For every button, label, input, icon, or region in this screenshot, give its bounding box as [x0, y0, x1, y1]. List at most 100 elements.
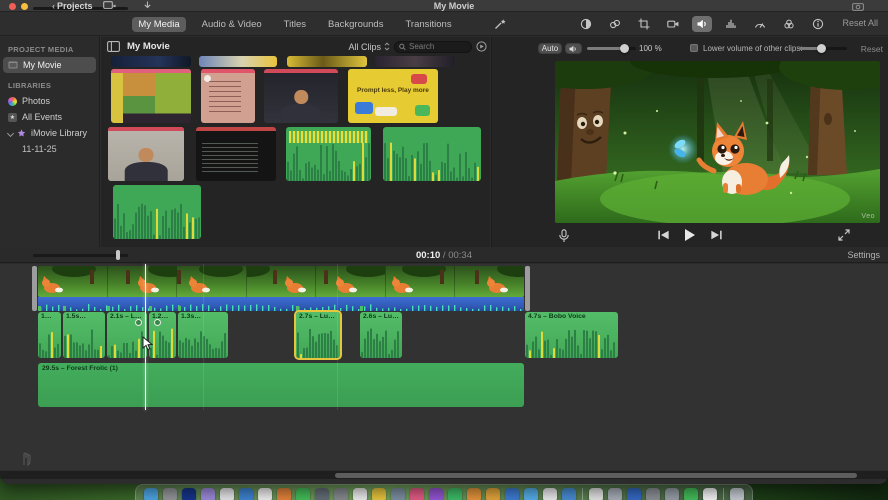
dock-app-icon[interactable]	[589, 488, 603, 500]
close-window-button[interactable]	[9, 2, 16, 10]
audio-clip-selected[interactable]: 2.7s – Lu…	[296, 312, 340, 358]
fade-handle[interactable]	[154, 319, 161, 326]
scrollbar-thumb[interactable]	[335, 472, 857, 478]
media-thumbnail-strip-sky[interactable]	[199, 56, 277, 67]
dock-app-icon[interactable]	[543, 488, 557, 500]
import-media-icon[interactable]	[103, 1, 116, 10]
sidebar-item-my-movie[interactable]: My Movie	[3, 57, 96, 73]
enhance-wand-icon[interactable]	[494, 18, 506, 30]
video-viewer[interactable]: Veo	[555, 61, 880, 223]
tab-titles[interactable]: Titles	[278, 17, 312, 32]
media-thumbnail-strip-dark[interactable]	[375, 56, 455, 67]
tab-my-media[interactable]: My Media	[132, 16, 186, 32]
volume-slider-knob[interactable]	[620, 44, 629, 53]
media-thumbnail-presenter-light[interactable]	[108, 127, 184, 181]
timeline[interactable]: 1… 1.5s… 2.1s – L… 1.2… 1.3s… 2.7s – Lu… 2.6s …	[0, 264, 888, 470]
audio-clip[interactable]: 1…	[38, 312, 61, 358]
audio-clip[interactable]: 1.2…	[149, 312, 176, 358]
dock-app-icon[interactable]	[334, 488, 348, 500]
media-thumbnail-audio-yellow[interactable]	[286, 127, 371, 181]
fullscreen-icon[interactable]	[838, 229, 850, 241]
audio-clip[interactable]: 1.5s…	[63, 312, 105, 358]
media-thumbnail-presenter-dark[interactable]	[264, 69, 338, 123]
record-voiceover-button[interactable]	[558, 229, 570, 243]
clip-trim-handle-right[interactable]	[525, 266, 530, 311]
dock-app-icon[interactable]	[703, 488, 717, 500]
reset-all-button[interactable]: Reset All	[842, 18, 878, 28]
stabilization-icon[interactable]	[663, 16, 683, 32]
audio-clip[interactable]: 2.6s – Lu…	[360, 312, 402, 358]
color-balance-icon[interactable]	[576, 16, 596, 32]
timeline-horizontal-scrollbar[interactable]	[0, 471, 888, 479]
mute-button[interactable]	[565, 43, 582, 54]
dock-app-icon[interactable]	[144, 488, 158, 500]
dock-app-icon[interactable]	[505, 488, 519, 500]
dock-app-icon[interactable]	[410, 488, 424, 500]
dock-app-icon[interactable]	[429, 488, 443, 500]
dock-app-icon[interactable]	[562, 488, 576, 500]
lower-volume-slider[interactable]	[799, 44, 847, 53]
previous-frame-button[interactable]	[658, 229, 670, 241]
sidebar-item-photos[interactable]: Photos	[0, 93, 99, 109]
media-thumbnail-strip-navy[interactable]	[111, 56, 191, 67]
video-clip-filmstrip[interactable]	[38, 266, 524, 297]
dock-app-icon[interactable]	[296, 488, 310, 500]
tab-transitions[interactable]: Transitions	[399, 17, 457, 32]
dock-app-icon[interactable]	[372, 488, 386, 500]
fade-handle[interactable]	[135, 319, 142, 326]
tab-audio-video[interactable]: Audio & Video	[196, 17, 268, 32]
dock[interactable]	[135, 484, 753, 500]
sidebar-item-event-11-11-25[interactable]: 11-11-25	[0, 141, 99, 157]
dock-app-icon[interactable]	[277, 488, 291, 500]
dock-app-icon[interactable]	[258, 488, 272, 500]
clip-filter-icon[interactable]	[779, 16, 799, 32]
audio-clip[interactable]: 4.7s – Bobo Voice	[525, 312, 618, 358]
dock-app-icon[interactable]	[665, 488, 679, 500]
timeline-zoom-slider[interactable]	[33, 250, 128, 260]
play-button[interactable]	[684, 228, 697, 242]
dock-app-icon[interactable]	[730, 488, 744, 500]
lower-volume-checkbox[interactable]	[690, 44, 698, 52]
media-thumbnail-audio[interactable]	[383, 127, 481, 181]
media-thumbnail-collage[interactable]	[111, 69, 191, 123]
minimize-window-button[interactable]	[21, 2, 28, 10]
sidebar-item-imovie-library[interactable]: iMovie Library	[0, 125, 99, 141]
clip-trim-handle-left[interactable]	[32, 266, 37, 311]
dock-app-icon[interactable]	[220, 488, 234, 500]
audio-clip[interactable]: 2.1s – L…	[107, 312, 147, 358]
dock-app-icon[interactable]	[524, 488, 538, 500]
dock-app-icon[interactable]	[391, 488, 405, 500]
timeline-settings-button[interactable]: Settings	[847, 250, 880, 260]
dock-app-icon[interactable]	[163, 488, 177, 500]
lower-volume-slider-knob[interactable]	[817, 44, 826, 53]
dock-app-icon[interactable]	[486, 488, 500, 500]
dock-app-icon[interactable]	[353, 488, 367, 500]
video-clip-audio-track[interactable]	[38, 297, 524, 311]
auto-volume-button[interactable]: Auto	[538, 43, 562, 54]
dock-app-icon[interactable]	[684, 488, 698, 500]
dock-app-icon[interactable]	[315, 488, 329, 500]
back-to-projects-button[interactable]: ‹ Projects	[52, 1, 93, 11]
dock-app-icon[interactable]	[448, 488, 462, 500]
dock-app-icon[interactable]	[201, 488, 215, 500]
media-thumbnail-terminal[interactable]	[196, 127, 276, 181]
dock-app-icon[interactable]	[239, 488, 253, 500]
volume-icon[interactable]	[692, 16, 712, 32]
speed-icon[interactable]	[750, 16, 770, 32]
media-thumbnail-audio[interactable]	[113, 185, 201, 239]
next-frame-button[interactable]	[711, 229, 723, 241]
noise-reduction-icon[interactable]	[721, 16, 741, 32]
volume-reset-button[interactable]: Reset	[861, 44, 883, 54]
background-music-clip[interactable]: 29.5s – Forest Frolic (1)	[38, 363, 524, 407]
dock-app-icon[interactable]	[467, 488, 481, 500]
dock-app-icon[interactable]	[608, 488, 622, 500]
dock-app-icon[interactable]	[182, 488, 196, 500]
media-thumbnail-promo[interactable]: Prompt less, Play more	[348, 69, 438, 123]
info-icon[interactable]	[808, 16, 828, 32]
download-arrow-icon[interactable]	[143, 1, 152, 10]
sidebar-item-all-events[interactable]: ★ All Events	[0, 109, 99, 125]
timeline-zoom-knob[interactable]	[116, 250, 120, 260]
camera-icon[interactable]	[852, 2, 864, 11]
dock-app-icon[interactable]	[646, 488, 660, 500]
color-correction-icon[interactable]	[605, 16, 625, 32]
